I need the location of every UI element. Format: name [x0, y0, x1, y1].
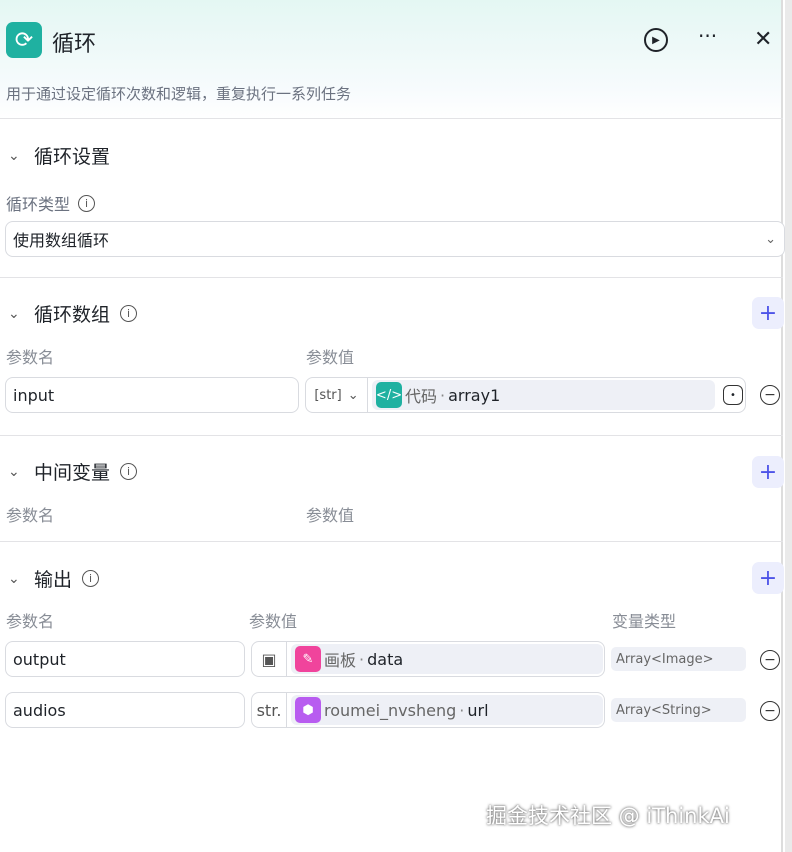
- remove-row-button[interactable]: −: [760, 650, 780, 670]
- param-name-input[interactable]: output: [5, 641, 245, 677]
- divider: [0, 541, 783, 542]
- divider: [0, 435, 783, 436]
- loop-type-label: 循环类型: [6, 195, 71, 214]
- chevron-down-icon: ⌄: [8, 570, 20, 587]
- param-value-input[interactable]: str. ⬢ roumei_nvsheng · url: [251, 692, 605, 728]
- variable-type: Array<Image>: [611, 647, 746, 671]
- ref-separator: ·: [440, 385, 446, 405]
- section-title: 循环数组: [34, 304, 111, 326]
- image-icon: ▣: [252, 642, 287, 676]
- loop-type-select[interactable]: 使用数组循环 ⌄: [5, 221, 785, 257]
- chevron-down-icon: ⌄: [8, 147, 20, 164]
- divider: [0, 277, 783, 278]
- chevron-down-icon: ⌄: [765, 231, 776, 247]
- col-param-name: 参数名: [6, 506, 55, 525]
- param-value-input[interactable]: [str] ⌄ </> 代码 · array1 •: [305, 377, 746, 413]
- ref-field: data: [367, 649, 404, 669]
- col-param-value: 参数值: [249, 612, 298, 631]
- variable-type: Array<String>: [611, 698, 746, 722]
- chevron-down-icon: ⌄: [8, 305, 20, 322]
- info-icon[interactable]: i: [78, 194, 96, 212]
- info-icon[interactable]: i: [120, 305, 138, 322]
- run-icon[interactable]: ▶: [644, 28, 668, 52]
- add-output-button[interactable]: +: [752, 562, 784, 594]
- ref-field: url: [467, 700, 489, 720]
- plugin-cube-icon: ⬢: [295, 697, 321, 723]
- divider: [0, 118, 783, 119]
- variable-reference[interactable]: ⬢ roumei_nvsheng · url: [291, 695, 603, 725]
- variable-reference[interactable]: </> 代码 · array1: [372, 380, 715, 410]
- node-description: 用于通过设定循环次数和逻辑，重复执行一系列任务: [6, 85, 352, 103]
- param-name-input[interactable]: audios: [5, 692, 245, 728]
- col-param-value: 参数值: [306, 348, 355, 367]
- remove-row-button[interactable]: −: [760, 701, 780, 721]
- section-title: 输出: [34, 569, 73, 591]
- background-canvas-edge: [785, 0, 792, 852]
- add-loop-array-button[interactable]: +: [752, 297, 784, 329]
- param-name-input[interactable]: input: [5, 377, 299, 413]
- variable-picker-icon[interactable]: •: [723, 385, 743, 405]
- code-icon: </>: [376, 382, 402, 408]
- type-select[interactable]: [str] ⌄: [306, 378, 368, 412]
- loop-icon: ⟳: [6, 22, 42, 58]
- close-icon[interactable]: ✕: [754, 27, 772, 52]
- section-loop-settings[interactable]: ⌄ 循环设置: [8, 142, 110, 169]
- info-icon[interactable]: i: [120, 463, 138, 480]
- param-value-input[interactable]: ▣ ✎ 画板 · data: [251, 641, 605, 677]
- section-output[interactable]: ⌄ 输出 i: [8, 565, 100, 592]
- add-intermediate-button[interactable]: +: [752, 456, 784, 488]
- section-title: 中间变量: [34, 462, 111, 484]
- ref-source: 画板: [324, 651, 357, 670]
- section-loop-array[interactable]: ⌄ 循环数组 i: [8, 300, 138, 327]
- col-param-value: 参数值: [306, 506, 355, 525]
- param-name-value: output: [13, 649, 66, 669]
- remove-row-button[interactable]: −: [760, 385, 780, 405]
- info-icon[interactable]: i: [82, 570, 100, 587]
- ref-separator: ·: [459, 700, 465, 720]
- chevron-down-icon: ⌄: [8, 463, 20, 480]
- col-param-name: 参数名: [6, 612, 55, 631]
- type-tag: str.: [252, 693, 287, 727]
- chevron-down-icon: ⌄: [347, 387, 359, 403]
- loop-type-value: 使用数组循环: [13, 231, 110, 250]
- watermark: 掘金技术社区 @ iThinkAi: [486, 804, 730, 828]
- col-param-name: 参数名: [6, 348, 55, 367]
- ref-field: array1: [448, 385, 501, 405]
- ref-source: roumei_nvsheng: [324, 700, 457, 720]
- param-name-value: input: [13, 385, 55, 405]
- type-tag: [str]: [314, 387, 342, 403]
- param-name-value: audios: [13, 700, 66, 720]
- node-title[interactable]: 循环: [52, 26, 96, 58]
- section-title: 循环设置: [34, 146, 111, 168]
- loop-node-panel: ⟳ 循环 ▶ ··· ✕ 用于通过设定循环次数和逻辑，重复执行一系列任务 ⌄ 循…: [0, 0, 785, 852]
- section-intermediate-variables[interactable]: ⌄ 中间变量 i: [8, 458, 138, 485]
- col-variable-type: 变量类型: [612, 612, 677, 631]
- variable-reference[interactable]: ✎ 画板 · data: [291, 644, 603, 674]
- more-icon[interactable]: ···: [698, 24, 717, 48]
- ref-source: 代码: [405, 387, 438, 406]
- board-icon: ✎: [295, 646, 321, 672]
- ref-separator: ·: [359, 649, 365, 669]
